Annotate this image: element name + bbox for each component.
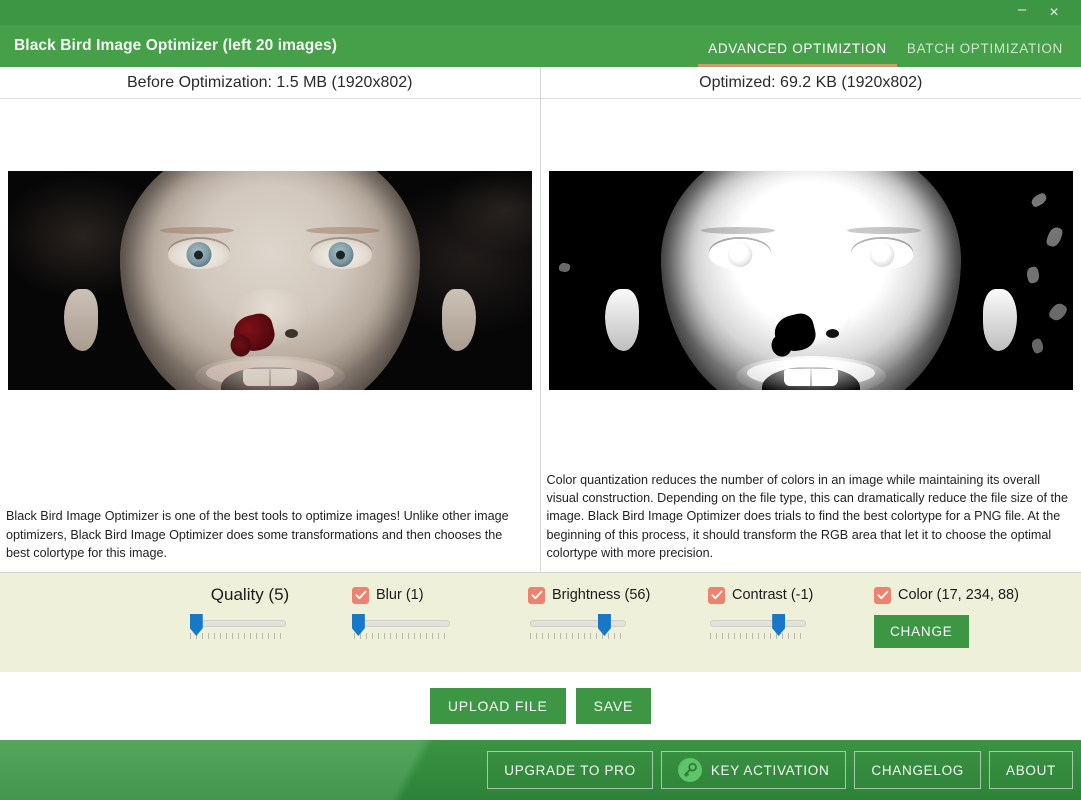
control-blur: Blur (1) [351,584,482,639]
blur-slider-track[interactable] [354,620,450,627]
adjustment-controls-bar: Quality (5) Blur (1) Brightness (56) Con… [0,572,1081,672]
tab-bar: ADVANCED OPTIMIZTION BATCH OPTIMIZATION [698,25,1073,67]
panel-optimized-header: Optimized: 69.2 KB (1920x802) [540,67,1081,99]
blur-slider-ticks [354,633,450,639]
key-activation-button[interactable]: KEY ACTIVATION [660,751,847,789]
quality-label: Quality (5) [210,585,290,604]
about-label: ABOUT [1005,762,1056,778]
image-preview-optimized[interactable] [548,171,1073,390]
blur-slider[interactable] [351,613,450,639]
page-title: Black Bird Image Optimizer (left 20 imag… [14,37,338,54]
key-activation-label: KEY ACTIVATION [710,762,830,778]
action-button-row: UPLOAD FILE SAVE [0,672,1081,740]
face-artwork-optimized [548,171,1073,390]
control-contrast: Contrast (-1) [708,584,848,639]
blur-label: Blur (1) [376,587,424,603]
minimize-icon[interactable]: – [1009,2,1035,24]
tab-advanced-optimization[interactable]: ADVANCED OPTIMIZTION [698,41,897,67]
upload-file-button[interactable]: UPLOAD FILE [429,688,566,724]
blur-checkbox[interactable] [352,586,369,604]
control-brightness: Brightness (56) [528,584,678,639]
panel-before-header: Before Optimization: 1.5 MB (1920x802) [0,67,540,99]
contrast-slider-track[interactable] [710,620,806,627]
about-button[interactable]: ABOUT [988,751,1073,789]
panel-optimized-caption: Color quantization reduces the number of… [546,472,1069,560]
image-preview-before[interactable] [7,171,532,390]
brightness-label: Brightness (56) [552,587,651,603]
window-control-bar: – × [0,0,1081,25]
contrast-label: Contrast (-1) [732,587,814,603]
quality-slider-ticks [190,633,286,639]
brightness-slider-track[interactable] [530,620,626,627]
quality-slider[interactable] [189,613,286,639]
save-button[interactable]: SAVE [575,688,652,724]
change-color-button[interactable]: CHANGE [874,615,969,648]
changelog-label: CHANGELOG [871,762,964,778]
upgrade-to-pro-button[interactable]: UPGRADE TO PRO [487,751,653,789]
brightness-slider[interactable] [530,613,626,639]
changelog-button[interactable]: CHANGELOG [854,751,981,789]
panel-optimized-body: Color quantization reduces the number of… [541,99,1081,572]
face-artwork-original [7,171,532,390]
quality-slider-track[interactable] [190,620,286,627]
color-label: Color (17, 234, 88) [898,587,1019,603]
control-quality: Quality (5) [189,584,310,639]
application-window: – × Black Bird Image Optimizer (left 20 … [0,0,1081,800]
panel-before-caption: Black Bird Image Optimizer is one of the… [6,509,509,560]
panel-before: Before Optimization: 1.5 MB (1920x802) B… [0,67,541,572]
brightness-checkbox[interactable] [528,586,545,604]
brightness-slider-ticks [530,633,626,639]
panel-before-body: Black Bird Image Optimizer is one of the… [0,99,540,572]
contrast-checkbox[interactable] [708,586,725,604]
control-color: Color (17, 234, 88) CHANGE [874,584,1019,648]
key-icon [677,758,702,782]
contrast-slider-ticks [710,633,806,639]
tab-batch-optimization[interactable]: BATCH OPTIMIZATION [897,41,1073,68]
footer-bar: UPGRADE TO PRO KEY ACTIVATION CHANGELOG … [0,740,1081,800]
color-checkbox[interactable] [874,586,891,604]
panel-optimized: Optimized: 69.2 KB (1920x802) Color quan… [540,67,1081,572]
upgrade-to-pro-label: UPGRADE TO PRO [504,762,636,778]
contrast-slider[interactable] [710,613,806,639]
comparison-panels: Before Optimization: 1.5 MB (1920x802) B… [0,67,1081,572]
title-bar: Black Bird Image Optimizer (left 20 imag… [0,25,1081,67]
close-icon[interactable]: × [1041,2,1067,24]
